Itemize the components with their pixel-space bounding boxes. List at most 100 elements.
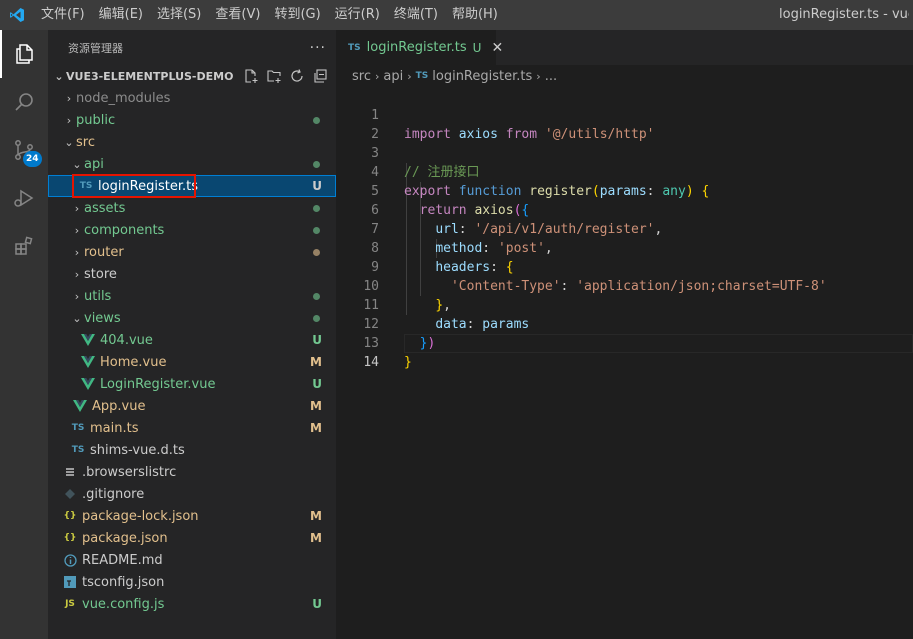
tree-item-404-vue[interactable]: 404.vue U <box>48 329 336 351</box>
git-status-badge: M <box>310 399 322 413</box>
tree-item-label: main.ts <box>90 420 139 436</box>
code-line-4: 4 export function register(params: any) … <box>336 144 913 199</box>
more-actions-icon[interactable]: ··· <box>310 40 326 56</box>
chevron-down-icon: ⌄ <box>64 135 74 149</box>
chevron-right-icon: › <box>66 113 72 127</box>
javascript-file-icon: JS <box>65 599 75 609</box>
code-line-7: 7 method: 'post', <box>336 201 913 256</box>
tree-item-home-vue[interactable]: Home.vue M <box>48 351 336 373</box>
git-status-badge: M <box>310 531 322 545</box>
breadcrumb-symbol[interactable]: ... <box>545 69 557 84</box>
menu-terminal[interactable]: 终端(T) <box>387 0 445 30</box>
tree-item-label: shims-vue.d.ts <box>90 442 185 458</box>
explorer-title: 资源管理器 <box>68 41 123 55</box>
git-diamond-icon <box>62 486 78 502</box>
typescript-file-icon: TS <box>71 423 85 433</box>
tree-item-label: LoginRegister.vue <box>100 376 216 392</box>
tree-item-components[interactable]: › components <box>48 219 336 241</box>
code-line-14: 14 <box>336 334 913 370</box>
tree-item-label: assets <box>84 200 126 216</box>
explorer-icon[interactable] <box>0 30 48 78</box>
breadcrumb-api[interactable]: api <box>383 69 403 84</box>
code-line-8: 8 headers: { <box>336 220 913 275</box>
status-dot <box>313 116 320 124</box>
project-name: VUE3-ELEMENTPLUS-DEMO <box>66 69 234 83</box>
tree-item-login-register-vue[interactable]: LoginRegister.vue U <box>48 373 336 395</box>
tree-item-browserslistrc[interactable]: .browserslistrc <box>48 461 336 483</box>
vue-file-icon <box>80 354 96 370</box>
code-line-11: 11 data: params <box>336 277 913 332</box>
menu-go[interactable]: 转到(G) <box>267 0 327 30</box>
tree-item-views[interactable]: ⌄ views <box>48 307 336 329</box>
chevron-right-icon: › <box>74 267 80 281</box>
code-line-6: 6 url: '/api/v1/auth/register', <box>336 182 913 237</box>
menu-edit[interactable]: 编辑(E) <box>92 0 150 30</box>
git-status-badge: U <box>312 333 322 347</box>
tree-item-readme-md[interactable]: README.md <box>48 549 336 571</box>
menu-selection[interactable]: 选择(S) <box>150 0 208 30</box>
tree-item-store[interactable]: › store <box>48 263 336 285</box>
tree-item-src[interactable]: ⌄ src <box>48 131 336 153</box>
tree-item-label: node_modules <box>76 90 171 106</box>
tab-status: U <box>472 40 482 55</box>
tree-item-label: .gitignore <box>82 486 145 502</box>
scm-badge: 24 <box>23 151 42 167</box>
new-file-icon[interactable] <box>242 68 259 85</box>
tree-item-login-register-ts[interactable]: TS loginRegister.ts U <box>48 174 336 198</box>
tree-item-gitignore[interactable]: .gitignore <box>48 483 336 505</box>
breadcrumb-src[interactable]: src <box>352 69 371 84</box>
code-line-10: 10 }, <box>336 258 913 313</box>
close-icon[interactable]: ✕ <box>491 40 503 56</box>
refresh-icon[interactable] <box>288 68 305 85</box>
menu-bar: 文件(F) 编辑(E) 选择(S) 查看(V) 转到(G) 运行(R) 终端(T… <box>34 0 505 30</box>
source-control-icon[interactable]: 24 <box>0 126 48 174</box>
code-editor[interactable]: 1 import axios from '@/utils/http' 2 3 /… <box>336 87 913 639</box>
tree-item-label: tsconfig.json <box>82 574 165 590</box>
typescript-file-icon: TS <box>348 42 361 53</box>
tree-item-shims-vue-d-ts[interactable]: TS shims-vue.d.ts <box>48 439 336 461</box>
tree-item-label: 404.vue <box>100 332 153 348</box>
tree-item-label: Home.vue <box>100 354 167 370</box>
menu-run[interactable]: 运行(R) <box>328 0 387 30</box>
typescript-file-icon: TS <box>415 71 429 81</box>
new-folder-icon[interactable] <box>265 68 282 85</box>
tree-item-label: components <box>84 222 165 238</box>
tree-item-package-lock-json[interactable]: {} package-lock.json M <box>48 505 336 527</box>
tree-item-main-ts[interactable]: TS main.ts M <box>48 417 336 439</box>
menu-help[interactable]: 帮助(H) <box>445 0 505 30</box>
chevron-down-icon: ⌄ <box>72 157 82 171</box>
tree-item-label: README.md <box>82 552 163 568</box>
search-icon[interactable] <box>0 78 48 126</box>
menu-file[interactable]: 文件(F) <box>34 0 92 30</box>
code-line-12: 12 }) <box>336 296 913 351</box>
tree-item-app-vue[interactable]: App.vue M <box>48 395 336 417</box>
tree-item-vue-config-js[interactable]: JS vue.config.js U <box>48 593 336 615</box>
run-debug-icon[interactable] <box>0 174 48 222</box>
tree-item-label: api <box>84 156 104 172</box>
typescript-file-icon: TS <box>79 181 93 191</box>
breadcrumb-file[interactable]: loginRegister.ts <box>432 69 532 84</box>
tree-item-tsconfig-json[interactable]: tsconfig.json <box>48 571 336 593</box>
info-icon <box>62 552 78 568</box>
extensions-icon[interactable] <box>0 222 48 270</box>
line-number: 14 <box>363 355 379 370</box>
collapse-all-icon[interactable] <box>311 68 328 85</box>
tree-item-package-json[interactable]: {} package.json M <box>48 527 336 549</box>
status-dot <box>313 314 320 322</box>
tree-item-label: vue.config.js <box>82 596 165 612</box>
status-dot <box>313 226 320 234</box>
tab-login-register-ts[interactable]: TS loginRegister.ts U ✕ <box>336 30 503 65</box>
tree-item-api[interactable]: ⌄ api <box>48 153 336 175</box>
tree-item-node-modules[interactable]: › node_modules <box>48 87 336 109</box>
json-braces-icon: {} <box>63 533 77 543</box>
tab-label: loginRegister.ts <box>366 40 467 55</box>
tsconfig-icon <box>62 574 78 590</box>
menu-view[interactable]: 查看(V) <box>208 0 267 30</box>
tree-item-utils[interactable]: › utils <box>48 285 336 307</box>
chevron-right-icon: › <box>74 245 80 259</box>
tree-item-label: views <box>84 310 121 326</box>
tree-item-router[interactable]: › router <box>48 241 336 263</box>
tree-item-public[interactable]: › public <box>48 109 336 131</box>
tree-item-assets[interactable]: › assets <box>48 197 336 219</box>
project-section-header[interactable]: ⌄ VUE3-ELEMENTPLUS-DEMO <box>48 65 336 87</box>
